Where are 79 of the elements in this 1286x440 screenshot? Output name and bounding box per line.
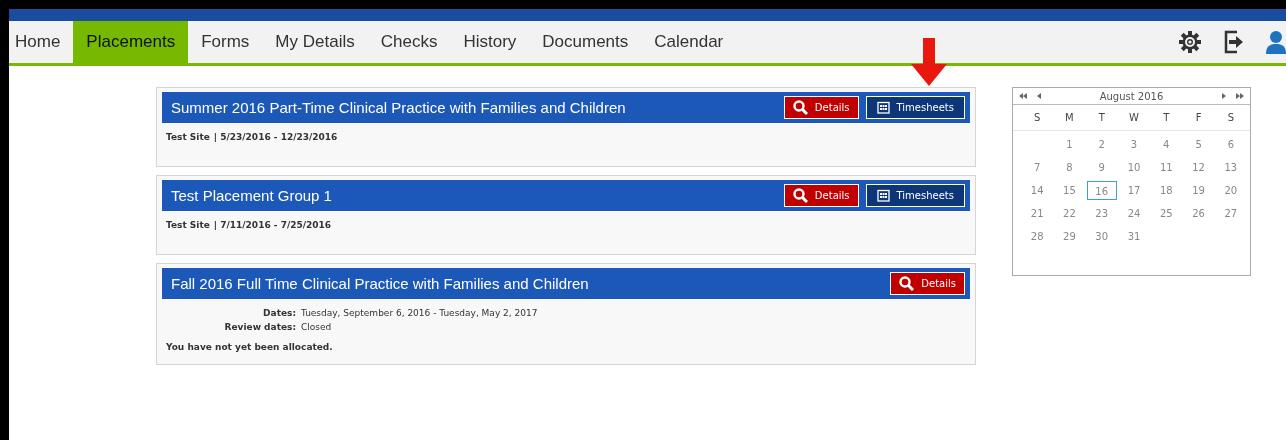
nav-tab[interactable]: My Details — [262, 21, 368, 63]
calendar-day[interactable]: 26 — [1183, 204, 1214, 223]
next-month-button[interactable] — [1222, 93, 1226, 99]
nav-tab[interactable]: Calendar — [641, 21, 737, 63]
calendar-day[interactable]: 31 — [1118, 227, 1150, 246]
calendar-day[interactable]: 17 — [1118, 181, 1150, 200]
calendar-day[interactable]: 18 — [1151, 181, 1182, 200]
placement-title: Fall 2016 Full Time Clinical Practice with Families and Children — [171, 275, 589, 292]
right-icon — [1222, 93, 1226, 99]
site-name: Test Site — [166, 132, 210, 142]
calendar-day[interactable]: 30 — [1086, 227, 1117, 246]
calendar-day[interactable]: 19 — [1183, 181, 1214, 200]
next-year-button[interactable] — [1236, 93, 1244, 99]
calendar-day[interactable]: 24 — [1118, 204, 1150, 223]
nav-tab[interactable]: History — [450, 21, 530, 63]
calendar-day[interactable]: 20 — [1215, 181, 1246, 200]
weekday-label: S — [1032, 112, 1042, 123]
calendar-day[interactable]: 13 — [1215, 158, 1246, 177]
field-label: Review dates: — [223, 322, 296, 332]
user-icon[interactable] — [1266, 30, 1286, 54]
calendar-icon — [876, 189, 890, 202]
weekday-label: T — [1162, 112, 1171, 123]
calendar-day[interactable]: 12 — [1183, 158, 1214, 177]
logout-icon[interactable] — [1224, 30, 1244, 54]
calendar-day[interactable]: 3 — [1118, 135, 1150, 154]
timesheets-button[interactable]: Timesheets — [865, 96, 965, 119]
calendar-day[interactable]: 8 — [1054, 158, 1085, 177]
field-value: Closed — [301, 322, 332, 332]
site-name: Test Site — [166, 220, 210, 230]
calendar-day[interactable]: 28 — [1022, 227, 1053, 246]
month-title: August 2016 — [1099, 90, 1164, 102]
nav-tab[interactable]: Placements — [73, 21, 189, 63]
calendar-day[interactable]: 23 — [1086, 204, 1117, 223]
weekday-label: F — [1194, 112, 1203, 123]
search-icon — [792, 188, 808, 203]
weekday-label: T — [1097, 112, 1106, 123]
calendar-day[interactable]: 29 — [1054, 227, 1085, 246]
search-icon — [792, 100, 808, 115]
calendar-day[interactable]: 4 — [1151, 135, 1182, 154]
field-label: Dates: — [262, 308, 296, 318]
calendar-day[interactable]: 11 — [1151, 158, 1182, 177]
date-range: | 7/11/2016 - 7/25/2016 — [213, 220, 332, 230]
calendar-day[interactable]: 9 — [1086, 158, 1117, 177]
calendar-day[interactable]: 2 — [1086, 135, 1117, 154]
allocation-note: You have not yet been allocated. — [166, 342, 334, 352]
weekday-label: W — [1128, 112, 1140, 123]
calendar-day[interactable]: 14 — [1022, 181, 1053, 200]
calendar-day[interactable]: 15 — [1054, 181, 1085, 200]
timesheets-button[interactable]: Timesheets — [865, 184, 965, 207]
calendar-day[interactable]: 10 — [1118, 158, 1150, 177]
calendar-day[interactable]: 6 — [1215, 135, 1246, 154]
nav-tab[interactable]: Documents — [529, 21, 642, 63]
double-right-icon — [1236, 93, 1244, 99]
calendar-day[interactable]: 21 — [1022, 204, 1053, 223]
nav-tab[interactable]: Forms — [188, 21, 263, 63]
field-value: Tuesday, September 6, 2016 - Tuesday, May 2, 2017 — [301, 308, 538, 318]
calendar-day[interactable]: 27 — [1215, 204, 1246, 223]
calendar-day[interactable]: 22 — [1054, 204, 1085, 223]
calendar-day[interactable]: 5 — [1183, 135, 1214, 154]
search-icon — [899, 276, 915, 291]
left-icon — [1037, 93, 1041, 99]
calendar-day[interactable]: 7 — [1022, 158, 1053, 177]
calendar-day[interactable]: 16 — [1086, 181, 1117, 200]
previous-month-button[interactable] — [1037, 93, 1041, 99]
weekday-label: S — [1226, 112, 1235, 123]
nav-tab[interactable]: Home — [9, 21, 74, 63]
date-range: | 5/23/2016 - 12/23/2016 — [213, 132, 338, 142]
details-button[interactable]: Details — [783, 184, 859, 207]
calendar-day[interactable]: 1 — [1054, 135, 1085, 154]
weekday-label: M — [1064, 112, 1075, 123]
placement-title: Summer 2016 Part-Time Clinical Practice with Families and Children — [171, 99, 626, 116]
placement-title: Test Placement Group 1 — [171, 187, 332, 204]
previous-year-button[interactable] — [1019, 93, 1027, 99]
double-left-icon — [1019, 93, 1027, 99]
calendar-icon — [876, 101, 890, 114]
calendar-day[interactable]: 25 — [1151, 204, 1182, 223]
details-button[interactable]: Details — [783, 96, 859, 119]
nav-tab[interactable]: Checks — [367, 21, 451, 63]
details-button[interactable]: Details — [890, 272, 965, 295]
